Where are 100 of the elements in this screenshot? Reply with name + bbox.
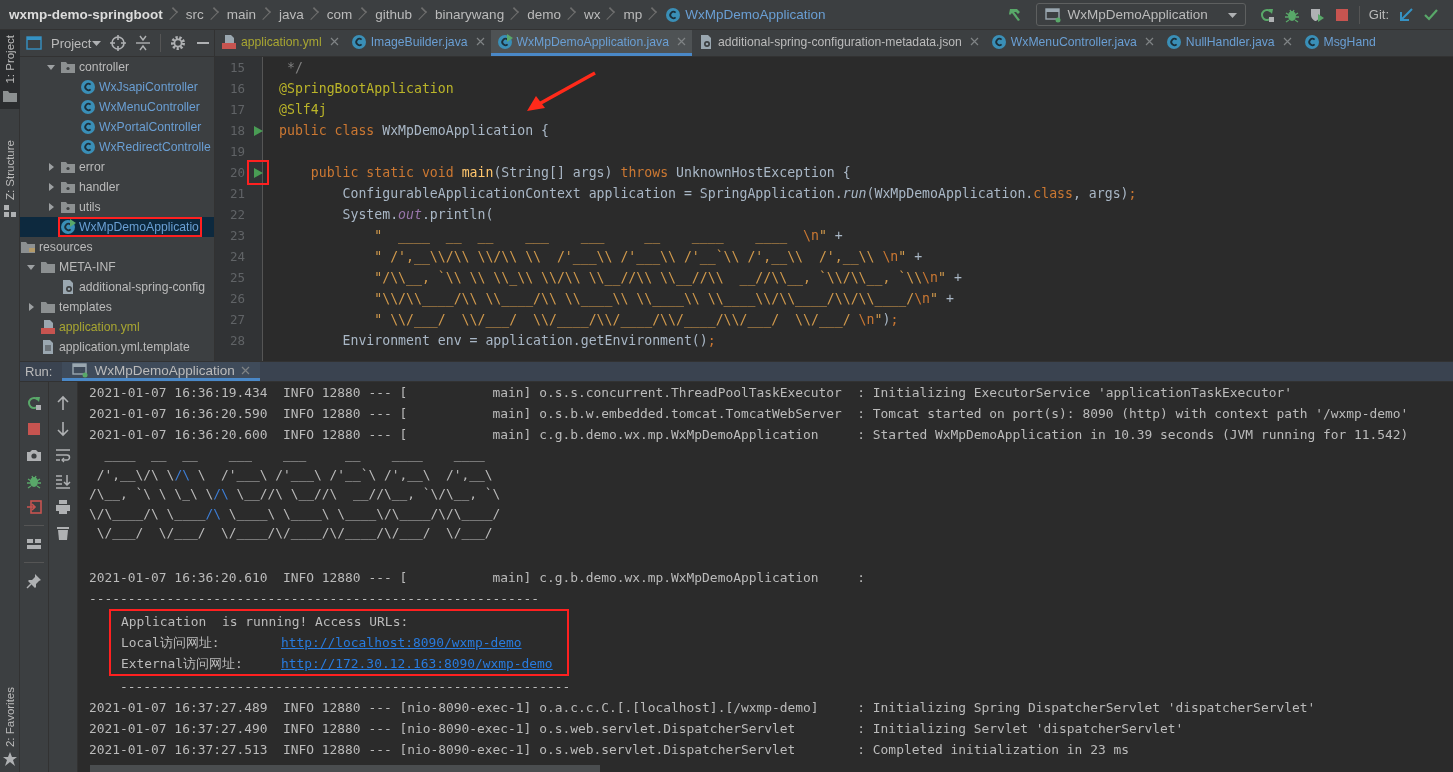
run-icon[interactable]	[252, 124, 264, 137]
bug-icon[interactable]	[26, 473, 42, 489]
tree-item[interactable]: utils	[79, 200, 101, 214]
console-line: External访问网址:	[121, 654, 244, 673]
class-file-icon	[1303, 33, 1320, 50]
editor-tab[interactable]: NullHandler.java	[1159, 30, 1298, 56]
caret-icon	[1227, 10, 1237, 19]
editor-tab[interactable]: MsgHand	[1297, 30, 1382, 56]
coverage-icon[interactable]	[1308, 6, 1325, 23]
editor-tab[interactable]: application.yml	[215, 30, 345, 56]
url-link[interactable]: http://localhost:8090/wxmp-demo	[281, 631, 522, 653]
editor-tab[interactable]: WxMenuController.java	[984, 30, 1160, 56]
print-icon[interactable]	[55, 499, 71, 515]
editor-tab[interactable]: ImageBuilder.java	[344, 30, 491, 56]
tree-item[interactable]: handler	[79, 180, 120, 194]
caret-right-icon[interactable]	[46, 182, 56, 192]
resources-folder-icon	[20, 239, 36, 255]
url-link[interactable]: http://172.30.12.163:8090/wxmp-demo	[281, 652, 553, 674]
code-line: "/\\__, `\\ \\ \\_\\ \\/\\ \\__//\\ \\__//\\ __//\\__, `\\/\\__, `\\\n" +	[373, 270, 962, 285]
breadcrumb-item[interactable]: com	[326, 7, 365, 22]
close-icon[interactable]	[475, 37, 485, 46]
caret-down-icon[interactable]	[26, 262, 36, 272]
code-line: public static void main(String[] args) throws UnknownHostException {	[309, 165, 851, 180]
tree-item[interactable]: controller	[79, 60, 130, 74]
breadcrumb-item[interactable]: wxmp-demo-springboot	[9, 7, 175, 22]
class-file-icon	[80, 139, 96, 155]
close-icon[interactable]	[1144, 37, 1154, 46]
code-line: System.out.println(	[341, 207, 494, 222]
settings-icon[interactable]	[170, 35, 187, 51]
rerun-icon[interactable]	[1258, 6, 1275, 23]
breadcrumb-item[interactable]: mp	[623, 7, 655, 22]
tree-item[interactable]: error	[79, 160, 105, 174]
arrow-icon[interactable]	[1398, 6, 1414, 23]
scroll-to-end-icon[interactable]	[55, 473, 71, 489]
close-icon[interactable]	[1282, 37, 1292, 46]
breadcrumb-item[interactable]: wx	[583, 7, 613, 22]
tool-window-tab[interactable]: 2: Favorites	[0, 681, 20, 772]
caret-right-icon[interactable]	[26, 302, 36, 312]
code-line: "\\/\\____/\\ \\____/\\ \\____\\ \\____\\ \\____\\/\\____/\\/\\____/\n" +	[373, 291, 954, 306]
tree-item[interactable]: application.yml	[59, 320, 140, 334]
layout-icon[interactable]	[26, 536, 42, 552]
class-file-icon	[60, 219, 76, 235]
arrow-down-icon[interactable]	[55, 421, 71, 437]
tool-window-tab[interactable]: 1: Project	[0, 30, 20, 109]
caret-icon	[92, 39, 102, 47]
code-line: public class WxMpDemoApplication {	[279, 123, 549, 138]
close-icon[interactable]	[969, 37, 979, 46]
console-line: 2021-01-07 16:37:27.513 INFO 12880 --- [nio-8090-exec-1] o.s.web.servlet.DispatcherServlet : Completed initialization in 23 ms	[89, 740, 1130, 759]
scrollbar-thumb[interactable]	[90, 765, 600, 772]
arrow-up-icon[interactable]	[55, 395, 71, 411]
console-line: 2021-01-07 16:36:20.610 INFO 12880 --- [ main] c.g.b.demo.wx.mp.WxMpDemoApplication :	[89, 568, 867, 587]
tree-item[interactable]: WxMenuController	[99, 100, 200, 114]
run-label: Run:	[24, 363, 54, 381]
editor-tab[interactable]: WxMpDemoApplication.java	[490, 30, 692, 56]
breadcrumb-item[interactable]: src	[185, 7, 216, 22]
tree-item[interactable]: application.yml.template	[59, 340, 190, 354]
tree-item[interactable]: WxRedirectControlle	[99, 140, 211, 154]
exit-icon[interactable]	[26, 499, 42, 515]
breadcrumb-item[interactable]: demo	[527, 7, 573, 22]
breadcrumb-item[interactable]: binarywang	[435, 7, 517, 22]
tree-item[interactable]: additional-spring-config	[79, 280, 205, 294]
tree-item[interactable]: META-INF	[59, 260, 116, 274]
tool-window-tab[interactable]: Z: Structure	[0, 134, 20, 223]
package-folder-icon	[60, 179, 76, 195]
caret-right-icon[interactable]	[46, 202, 56, 212]
panel-icon	[26, 35, 42, 51]
close-icon[interactable]	[329, 37, 339, 46]
run-tab[interactable]: WxMpDemoApplication	[62, 362, 260, 381]
breadcrumb-item[interactable]: java	[279, 7, 316, 22]
tree-item[interactable]: WxPortalController	[99, 120, 202, 134]
soft-wrap-icon[interactable]	[55, 447, 71, 463]
console-line: \/___/ \/___/ \/____/\/____/\/____/\/___/ \/___/	[95, 524, 494, 542]
breadcrumb-item[interactable]: main	[226, 7, 268, 22]
breadcrumb-item[interactable]: WxMpDemoApplication	[685, 7, 826, 22]
crosshair-icon[interactable]	[110, 35, 127, 51]
rerun-icon[interactable]	[26, 395, 42, 411]
console-line: ____ __ __ ___ ___ __ ____ ____	[103, 446, 486, 464]
class-file-icon	[80, 99, 96, 115]
trash-icon[interactable]	[55, 525, 71, 541]
breadcrumb-item[interactable]: github	[375, 7, 425, 22]
editor-tab[interactable]: additional-spring-configuration-metadata.json	[691, 30, 985, 56]
camera-icon[interactable]	[26, 447, 42, 463]
close-icon[interactable]	[240, 365, 250, 375]
collapse-all-icon[interactable]	[135, 35, 152, 51]
tree-item[interactable]: WxJsapiController	[99, 80, 198, 94]
project-view-dropdown[interactable]: Project	[51, 35, 102, 51]
stop-icon[interactable]	[1333, 6, 1350, 23]
tree-item[interactable]: templates	[59, 300, 112, 314]
pin-icon[interactable]	[26, 573, 42, 589]
star-icon	[2, 751, 18, 767]
run-configuration-dropdown[interactable]: WxMpDemoApplication	[1036, 3, 1246, 26]
caret-right-icon[interactable]	[46, 162, 56, 172]
stop-icon[interactable]	[26, 421, 42, 437]
run-icon[interactable]	[252, 166, 264, 179]
console-line: ----------------------------------------------------------	[89, 589, 541, 608]
folder-icon	[40, 299, 56, 315]
tree-item[interactable]: resources	[39, 240, 93, 254]
folder-icon	[40, 259, 56, 275]
console-line: 2021-01-07 16:37:27.489 INFO 12880 --- [nio-8090-exec-1] o.a.c.c.C.[.[localhost].[/wxmp-demo] : Initializing Spring DispatcherServlet 'dispatcherServlet'	[89, 698, 1317, 717]
caret-down-icon[interactable]	[46, 62, 56, 72]
